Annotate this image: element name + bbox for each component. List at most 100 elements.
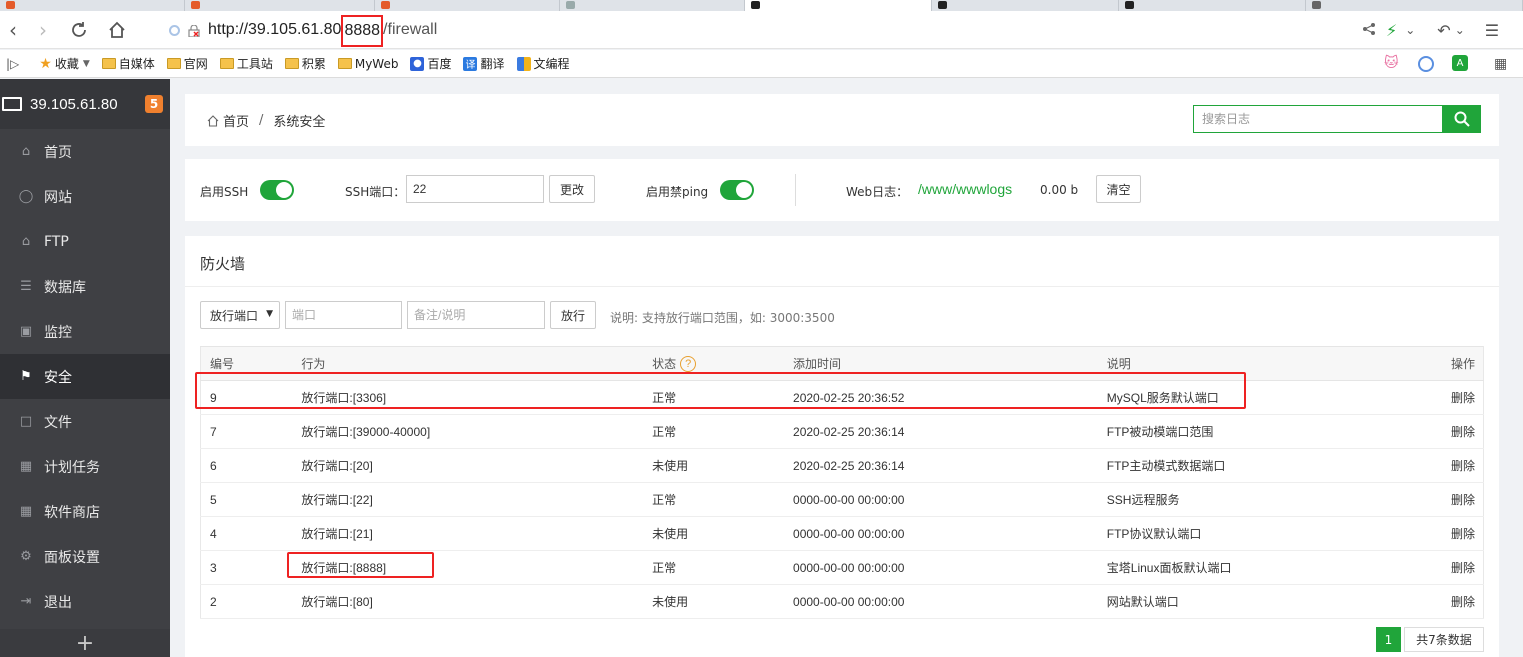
- rule-time: 2020-02-25 20:36:14: [784, 414, 1098, 449]
- note-input[interactable]: 备注/说明: [407, 301, 545, 329]
- calendar-icon: ▦: [19, 459, 33, 474]
- sidebar-toggle-icon[interactable]: |▷: [6, 57, 19, 71]
- sidebar-item[interactable]: ⌂ 首页: [0, 129, 170, 174]
- search-button[interactable]: [1442, 105, 1481, 133]
- url-field[interactable]: http://39.105.61.80 8888/firewall: [160, 15, 1340, 47]
- sidebar-item[interactable]: ⇥ 退出: [0, 579, 170, 624]
- search-log-input[interactable]: 搜索日志: [1193, 105, 1443, 133]
- reload-icon[interactable]: [66, 17, 92, 43]
- server-header: 39.105.61.80 5: [0, 79, 170, 129]
- sidebar-item[interactable]: ▦ 计划任务: [0, 444, 170, 489]
- rule-action: 放行端口:[8888]: [292, 550, 644, 585]
- sidebar-item[interactable]: ⚙ 面板设置: [0, 534, 170, 579]
- home-icon: ⌂: [21, 144, 31, 159]
- browser-tab[interactable]: [375, 0, 560, 11]
- browser-tab[interactable]: [932, 0, 1119, 11]
- chevron-down-icon[interactable]: ⌄: [1405, 23, 1415, 37]
- port-input[interactable]: 端口: [285, 301, 402, 329]
- rule-time: 0000-00-00 00:00:00: [784, 550, 1098, 585]
- delete-link[interactable]: 删除: [1417, 380, 1484, 415]
- change-port-button[interactable]: 更改: [549, 175, 595, 203]
- rule-status: 正常: [643, 380, 785, 415]
- home-icon[interactable]: [104, 17, 130, 43]
- lightning-icon[interactable]: ⚡: [1386, 21, 1397, 40]
- ping-toggle[interactable]: [720, 180, 754, 200]
- share-icon[interactable]: [1362, 21, 1376, 40]
- ssh-toggle[interactable]: [260, 180, 294, 200]
- bookmark-folder[interactable]: 积累: [284, 55, 326, 72]
- sidebar-item-label: 面板设置: [44, 549, 100, 566]
- sidebar-item-label: 文件: [44, 414, 72, 431]
- weblog-path-link[interactable]: /www/wwwlogs: [918, 181, 1012, 197]
- browser-tab[interactable]: [1119, 0, 1306, 11]
- page-1-button[interactable]: 1: [1376, 627, 1401, 652]
- cat-icon[interactable]: 🐱: [1384, 55, 1399, 71]
- help-icon[interactable]: ?: [680, 356, 697, 373]
- allow-port-button[interactable]: 放行: [550, 301, 596, 329]
- browser-tab-strip: [0, 0, 1523, 11]
- bookmark-folder[interactable]: 自媒体: [101, 55, 155, 72]
- rule-time: 0000-00-00 00:00:00: [784, 516, 1098, 551]
- col-time: 添加时间: [784, 346, 1098, 381]
- notification-badge[interactable]: 5: [145, 95, 163, 113]
- rule-status: 正常: [643, 414, 785, 449]
- clear-log-button[interactable]: 清空: [1096, 175, 1141, 203]
- delete-link[interactable]: 删除: [1417, 482, 1484, 517]
- rule-id: 7: [200, 414, 293, 449]
- sidebar-item[interactable]: ▣ 监控: [0, 309, 170, 354]
- sidebar-item[interactable]: ⌂ FTP: [0, 219, 170, 264]
- bookmark-translate[interactable]: 译翻译: [463, 55, 505, 72]
- breadcrumb-separator: /: [259, 113, 264, 128]
- browser-tab[interactable]: [560, 0, 745, 11]
- delete-link[interactable]: 删除: [1417, 414, 1484, 449]
- rule-status: 未使用: [643, 516, 785, 551]
- minus-circle-icon[interactable]: [1418, 56, 1434, 72]
- bookmark-folder[interactable]: 工具站: [219, 55, 273, 72]
- back-icon[interactable]: ‹: [0, 17, 26, 43]
- sidebar-item[interactable]: ⚑ 安全: [0, 354, 170, 399]
- ssh-port-input[interactable]: 22: [406, 175, 544, 203]
- breadcrumb-home[interactable]: 首页: [223, 111, 249, 130]
- undo-icon[interactable]: ↶: [1437, 21, 1450, 40]
- browser-tab[interactable]: [0, 0, 185, 11]
- rule-time: 0000-00-00 00:00:00: [784, 482, 1098, 517]
- firewall-table: 编号 行为 状态? 添加时间 说明 操作 9 放行端口:[3306] 正常 2020-…: [200, 346, 1484, 619]
- browser-tab[interactable]: [185, 0, 375, 11]
- rule-status: 正常: [643, 482, 785, 517]
- grid-icon[interactable]: ▦: [1494, 56, 1507, 72]
- ssh-label: 启用SSH: [200, 185, 249, 199]
- chevron-down-icon[interactable]: ⌄: [1455, 23, 1465, 37]
- menu-icon[interactable]: ☰: [1485, 21, 1499, 40]
- sidebar-item[interactable]: □ 文件: [0, 399, 170, 444]
- delete-link[interactable]: 删除: [1417, 516, 1484, 551]
- extension-icon[interactable]: A: [1452, 55, 1468, 71]
- rule-action: 放行端口:[21]: [292, 516, 644, 551]
- browser-tab[interactable]: [1306, 0, 1523, 11]
- sidebar-item[interactable]: ◯ 网站: [0, 174, 170, 219]
- bookmark-code[interactable]: 文编程: [516, 55, 570, 72]
- add-icon[interactable]: +: [0, 629, 170, 657]
- browser-tab-active[interactable]: [745, 0, 932, 11]
- page-total: 共7条数据: [1404, 627, 1484, 652]
- sidebar-item[interactable]: ▦ 软件商店: [0, 489, 170, 534]
- monitor-icon: ▣: [19, 324, 33, 339]
- bookmark-baidu[interactable]: ● 百度: [410, 55, 451, 72]
- rule-id: 3: [200, 550, 293, 585]
- baidu-icon: ●: [410, 56, 425, 71]
- bookmark-folder[interactable]: 官网: [166, 55, 208, 72]
- delete-link[interactable]: 删除: [1417, 550, 1484, 585]
- bookmark-favorites[interactable]: ★ 收藏 ▼: [39, 55, 90, 72]
- sidebar-item[interactable]: ☰ 数据库: [0, 264, 170, 309]
- star-icon: ★: [39, 55, 52, 72]
- rule-type-select[interactable]: 放行端口 ▼: [200, 301, 280, 329]
- bookmark-folder[interactable]: MyWeb: [337, 57, 398, 71]
- url-path: /firewall: [383, 21, 438, 38]
- forward-icon[interactable]: ›: [30, 17, 56, 43]
- table-row: 6 放行端口:[20] 未使用 2020-02-25 20:36:14 FTP主动模式数…: [200, 448, 1484, 483]
- delete-link[interactable]: 删除: [1417, 448, 1484, 483]
- rule-id: 5: [200, 482, 293, 517]
- insecure-lock-icon: [188, 24, 200, 38]
- delete-link[interactable]: 删除: [1417, 584, 1484, 619]
- grid-icon: ▦: [19, 504, 33, 519]
- monitor-icon: [2, 97, 22, 111]
